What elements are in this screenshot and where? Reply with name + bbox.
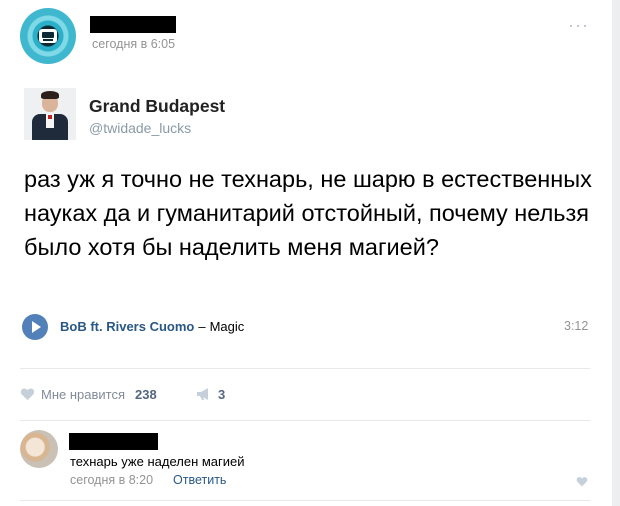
tweet-author-handle: @twidade_lucks — [89, 120, 192, 136]
page-side-border — [612, 0, 620, 506]
like-count: 238 — [135, 386, 157, 402]
audio-duration: 3:12 — [564, 319, 589, 333]
tweet-author-name: Grand Budapest — [89, 96, 226, 116]
like-button[interactable]: Мне нравится 238 — [20, 384, 157, 404]
comments-divider — [20, 420, 590, 421]
post-menu-icon[interactable]: ··· — [568, 16, 589, 34]
post-text: раз уж я точно не технарь, не шарю в ест… — [24, 166, 592, 260]
community-avatar[interactable] — [20, 8, 76, 64]
share-count: 3 — [218, 386, 226, 402]
comment-text: технарь уже наделен магией — [70, 454, 245, 469]
play-icon[interactable] — [22, 314, 48, 340]
comment-like-icon[interactable] — [576, 476, 588, 487]
audio-separator: – — [198, 319, 206, 334]
like-label: Мне нравится — [41, 386, 126, 402]
tweet-author-avatar — [24, 88, 76, 140]
audio-title[interactable]: Magic — [210, 319, 245, 334]
commenter-avatar[interactable] — [20, 430, 58, 468]
redacted-author-name — [90, 16, 176, 33]
actions-divider-top — [20, 368, 590, 369]
redacted-commenter-name — [69, 433, 158, 450]
reply-link[interactable]: Ответить — [173, 473, 226, 487]
post-timestamp[interactable]: сегодня в 6:05 — [92, 37, 175, 51]
audio-track[interactable]: BoB ft. Rivers Cuomo – Magic — [60, 319, 244, 334]
megaphone-icon — [197, 388, 208, 400]
comments-divider-bottom — [20, 500, 590, 501]
audio-artist[interactable]: BoB ft. Rivers Cuomo — [60, 319, 194, 334]
comment-timestamp[interactable]: сегодня в 8:20 — [70, 473, 153, 487]
camera-icon — [39, 29, 57, 43]
avatar-bowtie — [48, 115, 52, 119]
share-button[interactable]: 3 — [196, 384, 225, 404]
avatar-hair — [41, 91, 59, 99]
heart-icon — [20, 388, 35, 401]
